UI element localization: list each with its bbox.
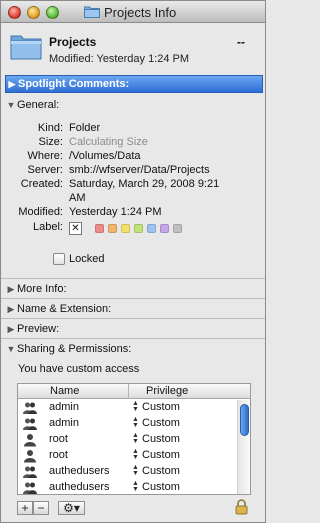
section-spotlight-comments[interactable]: ▶ Spotlight Comments: [5,75,263,93]
folder-icon [84,6,100,18]
remove-user-button[interactable]: − [33,501,49,515]
size-label: Size: [38,136,63,148]
label-color-swatch[interactable] [147,224,156,233]
disclosure-right-icon: ▶ [7,283,15,294]
popup-arrows-icon[interactable]: ▲ ▼ [132,448,139,461]
where-value: /Volumes/Data [69,150,141,162]
divider [1,298,265,299]
info-window: Projects Info Projects -- Modified: Yest… [0,0,266,523]
disclosure-down-icon: ▼ [6,100,16,110]
section-label: Preview: [17,323,60,335]
column-privilege-header[interactable]: Privilege [146,385,188,397]
divider [1,338,265,339]
minimize-window-button[interactable] [27,6,40,19]
label-color-swatch[interactable] [95,224,104,233]
table-row[interactable]: admin ▲ ▼ Custom [18,400,236,416]
privilege-popup[interactable]: Custom [142,433,180,445]
where-label: Where: [27,150,63,162]
popup-arrows-icon[interactable]: ▲ ▼ [132,416,139,429]
disclosure-right-icon: ▶ [7,303,15,314]
group-icon [23,465,37,479]
section-preview[interactable]: ▶ Preview: [5,320,263,338]
section-sharing-permissions[interactable]: ▼ Sharing & Permissions: [5,340,263,358]
privilege-popup[interactable]: Custom [142,401,180,413]
label-color-swatch[interactable] [121,224,130,233]
privilege-popup[interactable]: Custom [142,449,180,461]
window-title: Projects Info [104,5,177,20]
user-name: admin [49,401,79,413]
user-icon [23,449,37,463]
column-name-header[interactable]: Name [50,385,79,397]
modified-value: Yesterday 1:24 PM [69,206,162,218]
server-value: smb://wfserver/Data/Projects [69,164,210,176]
disclosure-down-icon: ▼ [6,344,16,354]
section-more-info[interactable]: ▶ More Info: [5,280,263,298]
table-row[interactable]: authedusers ▲ ▼ Custom [18,480,236,496]
table-row[interactable]: authedusers ▲ ▼ Custom [18,464,236,480]
label-color-swatch[interactable] [160,224,169,233]
created-value-line2: AM [69,192,86,204]
created-value-line1: Saturday, March 29, 2008 9:21 [69,178,220,190]
server-label: Server: [27,164,63,176]
add-user-button[interactable]: + [17,501,33,515]
label-color-swatch[interactable] [108,224,117,233]
user-name: root [49,433,68,445]
section-label: General: [17,99,60,111]
created-label: Created: [20,178,63,190]
kind-value: Folder [69,122,101,134]
section-label: Sharing & Permissions: [17,343,132,355]
section-label: More Info: [17,283,67,295]
locked-checkbox[interactable] [53,253,65,265]
section-label: Name & Extension: [17,303,112,315]
title-bar[interactable]: Projects Info [1,1,265,23]
zoom-window-button[interactable] [46,6,59,19]
permissions-table[interactable]: Name Privilege admin ▲ ▼ Custom admin ▲ ▼ Custo… [17,383,251,495]
divider [1,318,265,319]
scrollbar-thumb[interactable] [240,404,249,436]
popup-arrows-icon[interactable]: ▲ ▼ [132,480,139,493]
item-name: Projects [49,35,97,49]
section-general[interactable]: ▼ General: [5,96,263,114]
table-row[interactable]: admin ▲ ▼ Custom [18,416,236,432]
table-row[interactable]: root ▲ ▼ Custom [18,448,236,464]
item-modified: Modified: Yesterday 1:24 PM [49,53,190,65]
popup-arrows-icon[interactable]: ▲ ▼ [132,464,139,477]
label-color-swatch[interactable] [134,224,143,233]
locked-label: Locked [69,253,105,265]
label-none-button[interactable]: ✕ [69,222,82,235]
lock-icon[interactable] [235,499,248,515]
privilege-popup[interactable]: Custom [142,417,180,429]
privilege-popup[interactable]: Custom [142,465,180,477]
disclosure-right-icon: ▶ [8,78,16,89]
group-icon [23,481,37,495]
label-label: Label: [33,221,63,233]
group-icon [23,401,37,415]
action-menu-button[interactable]: ⚙▾ [58,501,85,515]
section-name-extension[interactable]: ▶ Name & Extension: [5,300,263,318]
item-size: -- [237,35,245,49]
privilege-popup[interactable]: Custom [142,481,180,493]
folder-large-icon [10,35,42,60]
user-name: authedusers [49,465,110,477]
user-name: authedusers [49,481,110,493]
close-window-button[interactable] [8,6,21,19]
kind-label: Kind: [37,122,63,134]
table-header: Name Privilege [18,384,250,399]
column-divider [128,384,129,399]
section-label: Spotlight Comments: [18,78,130,90]
vertical-scrollbar[interactable] [237,400,250,494]
user-icon [23,433,37,447]
user-name: admin [49,417,79,429]
label-color-swatch[interactable] [173,224,182,233]
popup-arrows-icon[interactable]: ▲ ▼ [132,400,139,413]
size-value: Calculating Size [69,136,148,148]
table-row[interactable]: root ▲ ▼ Custom [18,432,236,448]
custom-access-text: You have custom access [18,363,140,375]
modified-label: Modified: [18,206,63,218]
divider [1,278,265,279]
group-icon [23,417,37,431]
disclosure-right-icon: ▶ [7,323,15,334]
popup-arrows-icon[interactable]: ▲ ▼ [132,432,139,445]
user-name: root [49,449,68,461]
